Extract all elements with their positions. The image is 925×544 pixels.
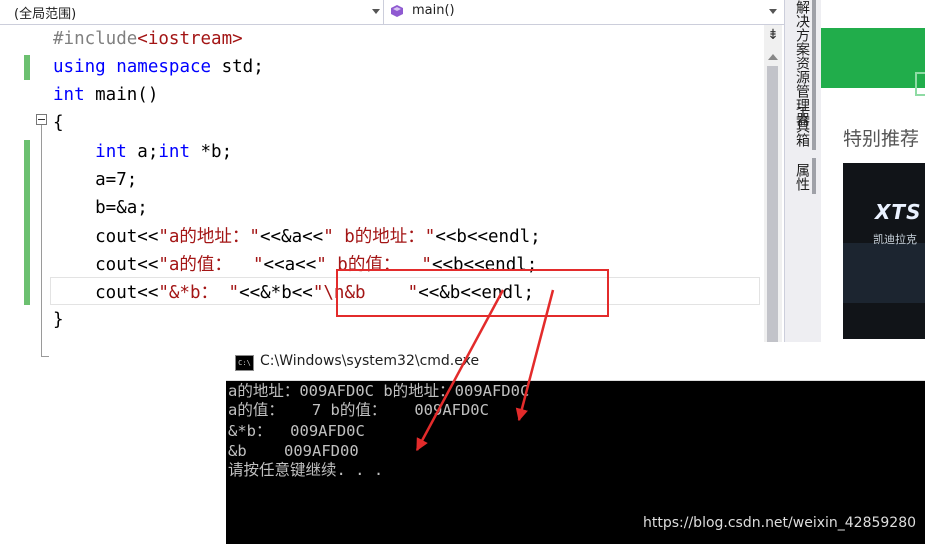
tab-indicator (812, 0, 816, 105)
code-token: } (53, 310, 64, 330)
code-token: <<&*b<< (239, 283, 313, 303)
code-token: b=&a; (53, 198, 148, 218)
code-token: #include (53, 29, 138, 49)
code-line: { (53, 109, 64, 137)
member-dropdown[interactable]: main() (384, 0, 784, 24)
code-token: " b的地址：" (323, 227, 436, 247)
change-marker (24, 55, 30, 80)
console-output-line: &b 009AFD00 (228, 442, 359, 460)
code-token: <iostream> (137, 29, 243, 49)
code-line: b=&a; (53, 194, 148, 222)
tab-indicator (812, 158, 816, 194)
code-line: using namespace std; (53, 53, 264, 81)
tab-toolbox[interactable]: 工具箱 (790, 105, 810, 147)
code-token: "a的值： " (158, 255, 264, 275)
code-token: a=7; (53, 170, 138, 190)
code-token: cout<< (53, 255, 159, 275)
console-output-line: a的值： 7 b的值： 009AFD0C (228, 401, 489, 419)
scope-dropdown[interactable]: (全局范围) (0, 0, 384, 24)
code-line: cout<<"a的地址："<<&a<<" b的地址："<<b<<endl; (53, 223, 541, 251)
fold-guide (41, 125, 42, 357)
tab-properties[interactable]: 属性 (790, 163, 810, 191)
scrollbar-thumb[interactable] (767, 66, 778, 344)
chevron-down-icon (769, 9, 777, 14)
chevron-down-icon (372, 9, 380, 14)
green-banner (821, 28, 925, 96)
code-token: <<&a<< (259, 227, 324, 247)
code-token: cout<< (53, 283, 159, 303)
watermark: https://blog.csdn.net/weixin_42859280 (643, 515, 917, 531)
code-token: using (53, 57, 106, 77)
code-token: std; (211, 57, 264, 77)
console-window[interactable]: C:\ C:\Windows\system32\cmd.exe a的地址：009… (226, 342, 925, 544)
code-token: a; (126, 142, 159, 162)
code-token: { (53, 113, 64, 133)
navigation-bar: (全局范围) main() (0, 0, 784, 25)
code-token: int (95, 142, 127, 162)
code-token: "a的地址：" (158, 227, 260, 247)
code-token: cout<< (53, 227, 159, 247)
ad-graphic (843, 243, 925, 303)
code-token: int (53, 85, 85, 105)
code-token: *b; (189, 142, 233, 162)
console-titlebar[interactable]: C:\ C:\Windows\system32\cmd.exe (226, 342, 925, 381)
banner-button[interactable] (915, 72, 925, 96)
code-token: main() (84, 85, 159, 105)
member-dropdown-label: main() (412, 3, 455, 18)
code-token: int (158, 142, 190, 162)
recommend-heading: 特别推荐 (843, 128, 920, 150)
cmd-icon: C:\ (235, 355, 254, 371)
ad-image[interactable]: XTS 凯迪拉克 (843, 163, 925, 339)
change-marker (24, 140, 30, 305)
code-line: int main() (53, 81, 158, 109)
scope-dropdown-label: (全局范围) (14, 7, 77, 22)
code-line: int a;int *b; (53, 138, 232, 166)
code-token: <<b<<endl; (435, 227, 541, 247)
tab-indicator (812, 104, 816, 150)
console-title: C:\Windows\system32\cmd.exe (260, 353, 480, 369)
code-line: } (53, 306, 64, 334)
split-window-icon[interactable]: ⇟ (764, 26, 782, 44)
annotation-highlight-box (336, 269, 609, 317)
code-token: "&*b： " (158, 283, 240, 303)
console-output-line: a的地址：009AFD0C b的地址：009AFD0C (228, 382, 530, 400)
console-output-line: 请按任意键继续. . . (228, 461, 384, 479)
code-token: <<a<< (263, 255, 317, 275)
scroll-up-arrow-icon[interactable] (768, 54, 778, 60)
ad-subtitle: 凯迪拉克 (873, 233, 917, 246)
code-token: namespace (116, 57, 212, 77)
collapse-toggle-icon[interactable] (36, 114, 47, 125)
fold-guide-end (41, 356, 49, 357)
ad-logo: XTS (875, 200, 922, 224)
code-line: a=7; (53, 166, 137, 194)
method-cube-icon (391, 5, 403, 17)
code-line: #include<iostream> (53, 25, 243, 53)
console-output-line: &*b： 009AFD0C (228, 422, 365, 440)
